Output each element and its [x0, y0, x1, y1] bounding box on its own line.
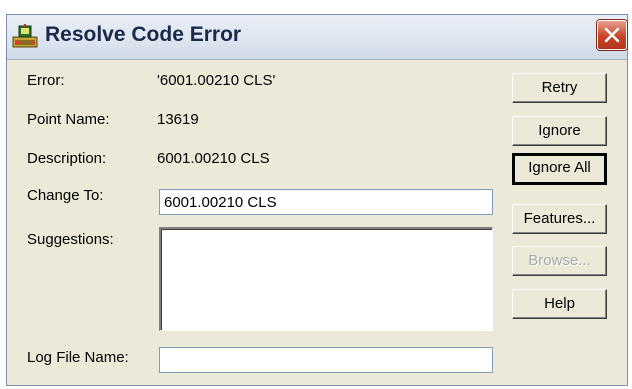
window-title: Resolve Code Error	[45, 23, 242, 46]
close-icon	[604, 27, 620, 43]
log-file-name-label: Log File Name:	[27, 349, 129, 366]
change-to-input[interactable]	[159, 189, 493, 215]
error-label: Error:	[27, 72, 65, 89]
title-bar[interactable]: Resolve Code Error	[7, 15, 627, 60]
log-file-name-input[interactable]	[159, 347, 493, 373]
description-value: 6001.00210 CLS	[157, 150, 270, 167]
close-button[interactable]	[597, 20, 627, 50]
description-label: Description:	[27, 150, 107, 167]
error-value: '6001.00210 CLS'	[157, 72, 276, 89]
browse-button: Browse...	[512, 246, 607, 276]
retry-button[interactable]: Retry	[512, 73, 607, 103]
point-name-label: Point Name:	[27, 111, 110, 128]
suggestions-listbox[interactable]	[159, 227, 493, 331]
features-button[interactable]: Features...	[512, 204, 607, 234]
help-button[interactable]: Help	[512, 289, 607, 319]
ignore-button[interactable]: Ignore	[512, 116, 607, 146]
point-name-value: 13619	[157, 111, 199, 128]
change-to-label: Change To:	[27, 187, 104, 204]
resolve-code-error-dialog: Resolve Code Error Error: '6001.00210 CL…	[6, 14, 628, 386]
ignore-all-button[interactable]: Ignore All	[512, 153, 607, 185]
suggestions-label: Suggestions:	[27, 231, 114, 248]
app-icon	[12, 24, 38, 48]
